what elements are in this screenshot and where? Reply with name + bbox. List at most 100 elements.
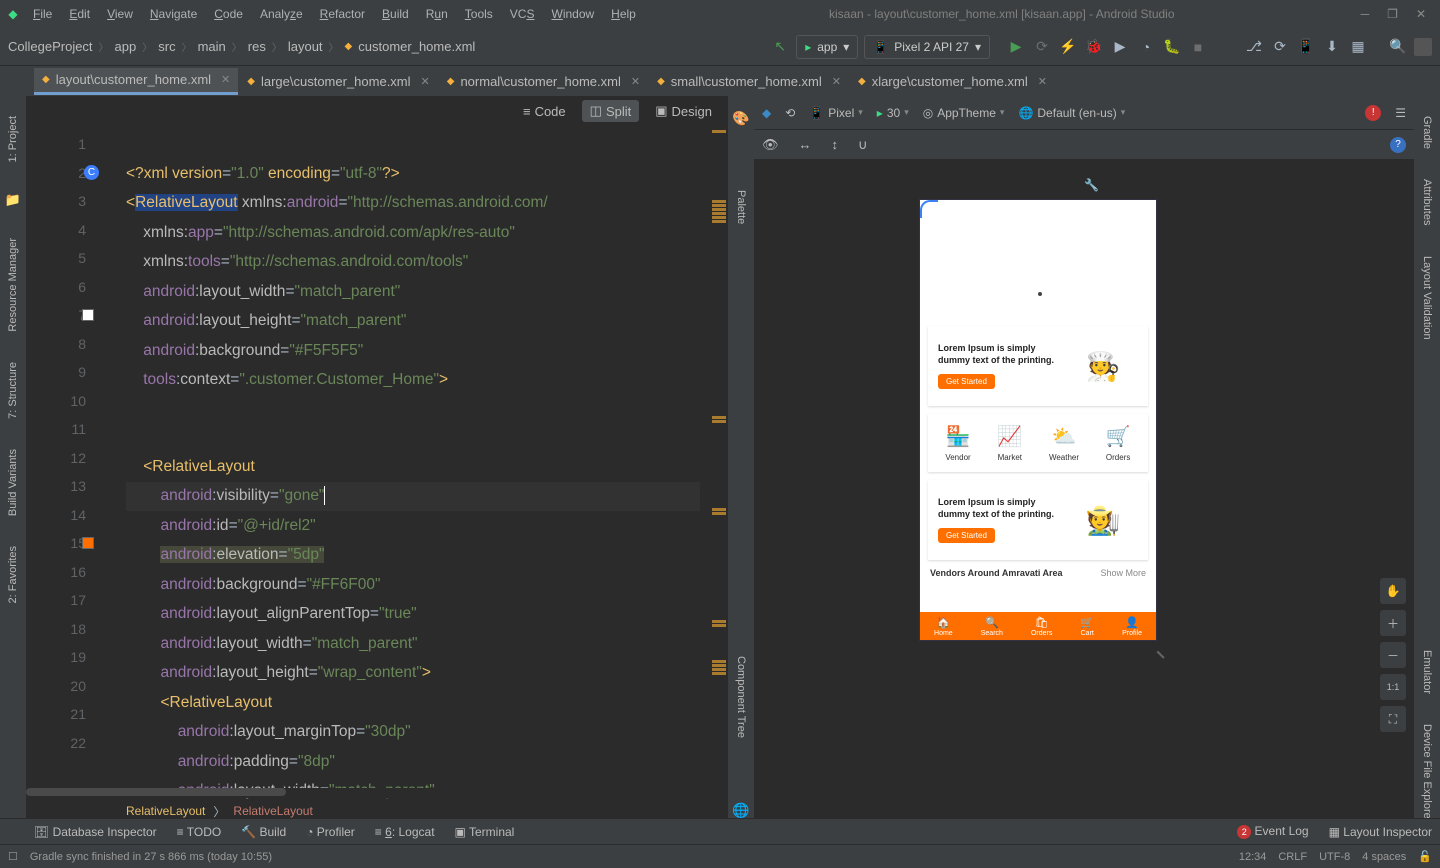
toolwindow-palette[interactable]: Palette — [735, 190, 747, 224]
theme-selector[interactable]: ◎ AppTheme ▾ — [923, 106, 1005, 120]
profiler-button[interactable]: ◔ Profiler — [306, 825, 355, 839]
zoom-fit-icon[interactable]: 1:1 — [1380, 674, 1406, 700]
nav-profile[interactable]: 👤Profile — [1122, 616, 1142, 637]
design-surface-icon[interactable]: ◆ — [762, 106, 771, 120]
close-icon[interactable]: ✕ — [1416, 7, 1426, 21]
viewmode-split[interactable]: ◫Split — [582, 100, 640, 122]
category-weather[interactable]: ⛅Weather — [1049, 424, 1079, 462]
toolwindow-favorites[interactable]: 2: Favorites — [7, 546, 19, 603]
menu-navigate[interactable]: Navigate — [143, 7, 204, 21]
db-inspector-button[interactable]: 🗄 Database Inspector — [34, 825, 157, 839]
terminal-button[interactable]: ▣ Terminal — [455, 825, 515, 839]
nav-home[interactable]: 🏠Home — [934, 616, 953, 637]
toolwindow-resourcemanager[interactable]: Resource Manager — [7, 238, 19, 332]
code-editor[interactable]: ≡Code ◫Split ▣Design 1 2C 3 4 5 6 7 8 9 … — [26, 96, 728, 822]
show-more-link[interactable]: Show More — [1100, 568, 1146, 578]
toolwindow-attributes[interactable]: Attributes — [1421, 179, 1433, 225]
close-tab-icon[interactable]: ✕ — [1038, 75, 1047, 88]
apply-code-icon[interactable]: ⚡ — [1058, 38, 1078, 55]
pan-icon[interactable]: ✋ — [1380, 578, 1406, 604]
sync-icon[interactable]: ⟳ — [1270, 38, 1290, 55]
color-swatch-icon[interactable] — [82, 309, 94, 321]
device-selector[interactable]: 📱 Pixel ▾ — [809, 106, 863, 120]
toolwindow-emulator[interactable]: Emulator — [1421, 650, 1433, 694]
editor-tab[interactable]: ◆normal\customer_home.xml✕ — [439, 68, 648, 95]
wrench-icon[interactable]: 🔧 — [1084, 178, 1099, 192]
cursor-position[interactable]: 12:34 — [1239, 851, 1267, 863]
help-icon[interactable]: ? — [1390, 137, 1406, 153]
file-encoding[interactable]: UTF-8 — [1319, 851, 1350, 863]
toolwindow-project[interactable]: 1: Project — [7, 116, 19, 162]
stop-icon[interactable]: ■ — [1188, 39, 1208, 55]
todo-button[interactable]: ≡ TODO — [177, 825, 222, 839]
menu-help[interactable]: Help — [604, 7, 643, 21]
attributes-collapse-icon[interactable]: ☰ — [1395, 106, 1406, 120]
hammer-icon[interactable]: ↖ — [770, 38, 790, 55]
menu-file[interactable]: File — [26, 7, 59, 21]
menu-code[interactable]: Code — [207, 7, 250, 21]
menu-view[interactable]: View — [100, 7, 140, 21]
profile-icon[interactable]: ◔ — [1136, 39, 1156, 55]
orientation-icon[interactable]: ⟲ — [785, 106, 795, 120]
maximize-icon[interactable]: ❐ — [1387, 7, 1398, 21]
eye-icon[interactable]: 👁 — [762, 137, 779, 153]
locale-selector[interactable]: 🌐 Default (en-us) ▾ — [1018, 106, 1125, 120]
breadcrumb[interactable]: CollegeProject〉 app〉 src〉 main〉 res〉 lay… — [8, 39, 475, 54]
menu-vcs[interactable]: VCS — [503, 7, 542, 21]
build-button[interactable]: 🔨 Build — [241, 825, 286, 839]
class-marker-icon[interactable]: C — [84, 165, 99, 180]
logcat-button[interactable]: ≡ 6: Logcat — [375, 825, 435, 839]
close-tab-icon[interactable]: ✕ — [221, 73, 230, 86]
run-icon[interactable]: ▶ — [1006, 38, 1026, 55]
resize-handle-icon[interactable]: ||| — [1155, 651, 1164, 660]
category-market[interactable]: 📈Market — [997, 424, 1022, 462]
layout-inspector-button[interactable]: ▦ Layout Inspector — [1329, 825, 1432, 839]
menu-tools[interactable]: Tools — [458, 7, 500, 21]
menu-window[interactable]: Window — [544, 7, 601, 21]
nav-cart[interactable]: 🛒Cart — [1080, 616, 1094, 637]
code-text[interactable]: <?xml version="1.0" encoding="utf-8"?> <… — [126, 130, 700, 822]
api-selector[interactable]: ▸ 30 ▾ — [877, 106, 909, 120]
toolwindow-layoutvalidation[interactable]: Layout Validation — [1421, 256, 1433, 340]
device-preview[interactable]: Lorem Ipsum is simply dummy text of the … — [920, 200, 1156, 640]
editor-tab[interactable]: ◆large\customer_home.xml✕ — [239, 68, 437, 95]
close-tab-icon[interactable]: ✕ — [631, 75, 640, 88]
preview-canvas[interactable]: 🔧 Lorem Ipsum is simply dummy text of th… — [754, 160, 1414, 822]
attach-debugger-icon[interactable]: 🐛 — [1162, 38, 1182, 55]
user-icon[interactable] — [1414, 38, 1432, 56]
get-started-button-2[interactable]: Get Started — [938, 528, 995, 543]
event-log-button[interactable]: 2 Event Log — [1237, 824, 1308, 839]
menu-edit[interactable]: Edit — [62, 7, 97, 21]
toolwindow-structure[interactable]: 7: Structure — [7, 362, 19, 419]
indent-settings[interactable]: 4 spaces — [1362, 851, 1406, 863]
toolwindow-componenttree[interactable]: Component Tree — [735, 656, 747, 738]
apply-changes-icon[interactable]: ⟳ — [1032, 38, 1052, 55]
toolwindow-devicefileexplorer[interactable]: Device File Explorer — [1421, 724, 1433, 822]
get-started-button[interactable]: Get Started — [938, 374, 995, 389]
avd-manager-icon[interactable]: 📱 — [1296, 38, 1316, 55]
toolwindow-buildvariants[interactable]: Build Variants — [7, 449, 19, 516]
coverage-icon[interactable]: ▶ — [1110, 38, 1130, 55]
git-icon[interactable]: ⎇ — [1244, 38, 1264, 55]
nav-search[interactable]: 🔍Search — [981, 616, 1003, 637]
magnet-icon[interactable]: ∪ — [858, 137, 868, 153]
minimize-icon[interactable]: ─ — [1361, 7, 1370, 21]
menu-analyze[interactable]: Analyze — [253, 7, 310, 21]
default-margins-icon[interactable]: ↕ — [832, 137, 839, 152]
device-selector[interactable]: 📱Pixel 2 API 27▾ — [864, 35, 990, 59]
nav-orders[interactable]: 🛍Orders — [1031, 616, 1052, 637]
color-swatch-icon[interactable] — [82, 537, 94, 549]
run-config-selector[interactable]: ▸app▾ — [796, 35, 858, 59]
viewmode-design[interactable]: ▣Design — [647, 100, 720, 122]
horizontal-scrollbar[interactable] — [26, 788, 728, 798]
category-vendor[interactable]: 🏪Vendor — [945, 424, 970, 462]
zoom-in-icon[interactable]: ＋ — [1380, 610, 1406, 636]
debug-icon[interactable]: 🐞 — [1084, 38, 1104, 55]
zoom-out-icon[interactable]: － — [1380, 642, 1406, 668]
toolwindow-gradle[interactable]: Gradle — [1421, 116, 1433, 149]
editor-tab[interactable]: ◆layout\customer_home.xml✕ — [34, 68, 238, 95]
editor-tab[interactable]: ◆small\customer_home.xml✕ — [649, 68, 849, 95]
menu-run[interactable]: Run — [419, 7, 455, 21]
error-badge-icon[interactable]: ! — [1365, 105, 1381, 121]
menu-build[interactable]: Build — [375, 7, 416, 21]
